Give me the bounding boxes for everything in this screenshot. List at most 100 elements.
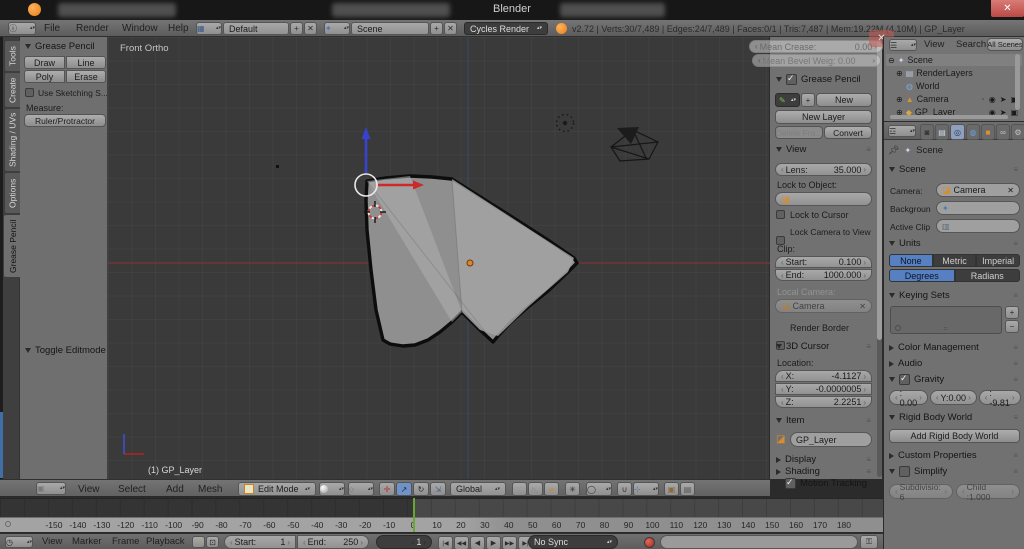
convert-button[interactable]: Convert: [824, 126, 872, 139]
timeline-menu-playback[interactable]: Playback: [146, 536, 185, 547]
units-metric-button[interactable]: Metric: [933, 254, 977, 267]
play-reverse-button[interactable]: ◀: [470, 536, 485, 549]
tab-constraints-icon[interactable]: ∞: [996, 124, 1010, 140]
menu-add[interactable]: Add: [166, 484, 184, 495]
menu-help[interactable]: Help: [168, 23, 189, 34]
delete-frame-button[interactable]: Delete Fra...: [775, 126, 823, 139]
jump-to-start-button[interactable]: |◀: [438, 536, 453, 549]
editor-type-button[interactable]: ◷▴▾: [5, 536, 33, 548]
clip-end-field[interactable]: End:1000.000: [775, 269, 872, 281]
manipulator-toggle-button[interactable]: ✛: [379, 482, 395, 496]
render-opengl-anim-button[interactable]: ▤: [680, 482, 695, 496]
tab-options[interactable]: Options: [4, 172, 21, 214]
gp-panel-header[interactable]: Grease Pencil: [776, 74, 872, 85]
simplify-panel-header[interactable]: Simplify≡: [889, 466, 1019, 477]
gravity-panel-header[interactable]: Gravity≡: [889, 374, 1019, 385]
outliner-menu-view[interactable]: View: [924, 39, 944, 50]
gp-add-button[interactable]: +: [801, 93, 815, 107]
menu-render[interactable]: Render: [76, 23, 109, 34]
tab-modifiers-icon[interactable]: ⚙: [1011, 124, 1024, 140]
menu-mesh[interactable]: Mesh: [198, 484, 222, 495]
prev-keyframe-button[interactable]: ◀◀: [454, 536, 469, 549]
menu-file[interactable]: File: [44, 23, 60, 34]
tab-create[interactable]: Create: [4, 72, 21, 108]
x-icon[interactable]: ✕: [1007, 186, 1014, 195]
view-panel-header[interactable]: View≡: [776, 144, 872, 155]
active-clip-field[interactable]: ▥: [936, 219, 1020, 233]
tab-render-layers-icon[interactable]: ▤: [935, 124, 949, 140]
render-opengl-button[interactable]: ▣: [664, 482, 679, 496]
scene-add-button[interactable]: +: [430, 22, 443, 35]
menu-select[interactable]: Select: [118, 484, 146, 495]
units-none-button[interactable]: None: [889, 254, 933, 267]
keying-sets-panel-header[interactable]: Keying Sets≡: [889, 290, 1019, 301]
timeline-ruler[interactable]: -150-140-130-120-110-100-90-80-70-60-50-…: [0, 517, 883, 532]
item-panel-header[interactable]: Item≡: [776, 415, 872, 426]
editor-type-button[interactable]: ☰▴▾: [889, 39, 917, 51]
grease-pencil-panel-header[interactable]: Grease Pencil: [25, 41, 103, 52]
preview-range-button[interactable]: ◔: [192, 536, 205, 548]
close-button[interactable]: ✕: [991, 0, 1024, 17]
simplify-checkbox[interactable]: [899, 466, 910, 477]
expand-icon[interactable]: ⊕: [896, 69, 903, 78]
simplify-child-field[interactable]: Child :1.000: [956, 484, 1020, 499]
occlude-geometry-button[interactable]: ✳: [565, 482, 580, 496]
screen-layout-delete-button[interactable]: ✕: [304, 22, 317, 35]
units-radians-button[interactable]: Radians: [955, 269, 1021, 282]
viewport-canvas[interactable]: [108, 37, 770, 479]
ruler-protractor-button[interactable]: Ruler/Protractor: [24, 114, 106, 127]
keying-set-key-button[interactable]: ⚿: [860, 535, 878, 549]
units-imperial-button[interactable]: Imperial: [976, 254, 1020, 267]
gravity-x-field[interactable]: : 0.00: [889, 390, 928, 405]
scale-manipulator-button[interactable]: ⇲: [430, 482, 446, 496]
background-set-field[interactable]: ✦: [936, 201, 1020, 215]
tab-tools[interactable]: Tools: [4, 40, 21, 72]
toggle-editmode-panel-header[interactable]: Toggle Editmode: [25, 345, 103, 356]
scrollbar-thumb[interactable]: [877, 40, 882, 340]
record-button[interactable]: [644, 537, 655, 548]
n-panel-scrollbar[interactable]: [877, 39, 882, 477]
outliner-row-renderlayers[interactable]: ⊕ ▤ RenderLayers: [896, 67, 1022, 79]
erase-button[interactable]: Erase: [66, 70, 106, 83]
timeline-menu-frame[interactable]: Frame: [112, 536, 139, 547]
scene-browse-button[interactable]: ✦▴▾: [324, 22, 350, 35]
cursor-panel-header[interactable]: 3D Cursor≡: [776, 341, 872, 352]
outliner-menu-search[interactable]: Search: [956, 39, 986, 50]
item-name-field[interactable]: GP_Layer: [790, 432, 872, 447]
select-arrow-icon[interactable]: ➤: [1000, 95, 1007, 104]
cursor-z-field[interactable]: Z:2.2251: [775, 396, 872, 408]
local-camera-field[interactable]: ◪ Camera ✕: [775, 299, 872, 313]
outliner-scope-select[interactable]: All Scenes: [987, 38, 1023, 51]
mean-bevel-field[interactable]: Mean Bevel Weig: 0.00: [752, 54, 881, 67]
vertex-select-button[interactable]: ∵: [512, 482, 527, 496]
current-frame-field[interactable]: 1: [376, 535, 432, 549]
next-keyframe-button[interactable]: ▶▶: [502, 536, 517, 549]
translate-manipulator-button[interactable]: ↗: [396, 482, 412, 496]
use-sketching-checkbox[interactable]: [25, 88, 34, 97]
add-rigid-body-world-button[interactable]: Add Rigid Body World: [889, 429, 1020, 443]
lock-range-button[interactable]: ⊡: [206, 536, 219, 548]
tab-world-icon[interactable]: ◍: [966, 124, 980, 140]
cursor-y-field[interactable]: Y:-0.0000005: [775, 383, 872, 395]
gp-draw-mode-select[interactable]: ✎▴▾: [775, 93, 800, 107]
pin-icon[interactable]: 📌︎: [888, 145, 899, 156]
keying-set-field[interactable]: [660, 535, 858, 549]
orientation-select[interactable]: Global▴▾: [450, 482, 506, 496]
editor-type-button[interactable]: ▣▴▾: [36, 482, 66, 495]
screen-layout-field[interactable]: Default: [223, 22, 289, 35]
keying-set-remove-button[interactable]: −: [1005, 320, 1019, 333]
paper-boat-object[interactable]: [611, 127, 658, 161]
clip-start-field[interactable]: Start:0.100: [775, 256, 872, 268]
snap-toggle-button[interactable]: ∪: [617, 482, 632, 496]
scene-delete-button[interactable]: ✕: [444, 22, 457, 35]
gp-new-button[interactable]: New: [816, 93, 872, 107]
draw-button[interactable]: Draw: [24, 56, 65, 69]
timeline-menu-view[interactable]: View: [42, 536, 62, 547]
face-select-button[interactable]: ▰: [544, 482, 559, 496]
timeline-menu-marker[interactable]: Marker: [72, 536, 102, 547]
tab-scene-icon[interactable]: ◎: [950, 124, 965, 140]
screen-layout-add-button[interactable]: +: [290, 22, 303, 35]
lock-object-field[interactable]: ◪: [775, 192, 872, 206]
scene-field[interactable]: Scene: [351, 22, 429, 35]
outliner-row-camera[interactable]: ⊕ ▲ Camera ◔ ◉ ➤ ▣: [896, 93, 1022, 105]
